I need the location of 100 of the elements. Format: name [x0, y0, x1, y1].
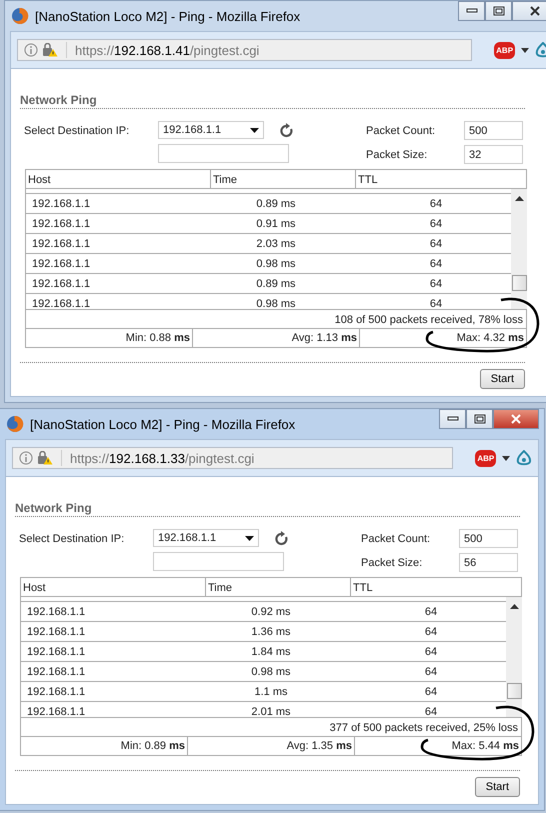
packet-size-field[interactable]: 56: [459, 553, 518, 572]
url-text: https://192.168.1.41/pingtest.cgi: [75, 42, 260, 58]
caret-icon[interactable]: [521, 48, 530, 52]
ttl-cell-text: 64: [428, 278, 444, 290]
window-title: [NanoStation Loco M2] - Ping - Mozilla Firefox: [30, 416, 296, 432]
maximize-button[interactable]: [466, 409, 493, 429]
ttl-cell-text: 64: [428, 298, 444, 310]
close-icon: [529, 6, 541, 16]
time-cell-text: 0.98 ms: [250, 666, 292, 678]
host-cell-text: 192.168.1.1: [31, 218, 92, 230]
scroll-up-icon[interactable]: [514, 196, 524, 201]
info-icon[interactable]: [24, 43, 38, 57]
destination-label: Select Destination IP:: [19, 533, 124, 545]
scroll-up-icon[interactable]: [510, 604, 518, 609]
column-header[interactable]: Host: [26, 170, 211, 188]
close-button[interactable]: [512, 1, 546, 21]
ttl-cell-text: 64: [424, 686, 438, 698]
start-button[interactable]: Start: [474, 777, 520, 797]
host-cell-text: 192.168.1.1: [26, 646, 86, 658]
packet-size-label: Packet Size:: [366, 148, 428, 160]
custom-ip-field[interactable]: [153, 552, 284, 571]
time-cell-text: 0.89 ms: [255, 198, 297, 210]
packet-count-label: Packet Count:: [361, 532, 432, 544]
stat-cell: Min: 0.88 ms: [26, 329, 193, 347]
column-header[interactable]: TTL: [351, 578, 521, 596]
restore-icon: [474, 414, 486, 424]
packet-size-label: Packet Size:: [361, 556, 424, 568]
minimize-button[interactable]: [458, 1, 485, 21]
section-heading: Network Ping: [20, 93, 525, 109]
stat-cell-text: Max: 5.44 ms: [450, 739, 520, 754]
packet-size-field[interactable]: 32: [464, 145, 523, 164]
ttl-cell-text: 64: [424, 666, 438, 678]
column-header[interactable]: Time: [211, 170, 356, 188]
ttl-cell-text: 64: [428, 258, 444, 270]
caret-icon[interactable]: [502, 456, 510, 460]
time-cell-text: 1.1 ms: [253, 686, 288, 698]
packet-count-field[interactable]: 500: [459, 529, 518, 548]
refresh-icon[interactable]: [275, 530, 289, 546]
scroll-thumb[interactable]: [506, 683, 522, 699]
destination-select[interactable]: 192.168.1.1: [153, 529, 259, 547]
host-cell-text: 192.168.1.1: [31, 238, 92, 250]
refresh-icon[interactable]: [280, 122, 294, 138]
address-bar[interactable]: https://192.168.1.33/pingtest.cgi: [12, 447, 454, 469]
ttl-cell-text: 64: [424, 626, 438, 638]
info-icon[interactable]: [19, 451, 33, 465]
caret-icon: [250, 128, 259, 132]
scrollbar[interactable]: [506, 597, 522, 717]
stat-cell-text: Max: 4.32 ms: [456, 331, 525, 346]
ttl-cell-text: 64: [424, 606, 438, 618]
close-button[interactable]: [493, 409, 539, 429]
stat-cell: Min: 0.89 ms: [21, 737, 188, 755]
scrollbar[interactable]: [511, 189, 527, 309]
column-header[interactable]: Host: [21, 578, 206, 596]
close-icon: [510, 414, 522, 424]
time-cell-text: 0.92 ms: [250, 606, 292, 618]
host-cell-text: 192.168.1.1: [26, 666, 86, 678]
time-cell-text: 1.36 ms: [250, 626, 292, 638]
window-title: [NanoStation Loco M2] - Ping - Mozilla Firefox: [35, 8, 300, 24]
time-cell-text: 0.91 ms: [255, 218, 297, 230]
ttl-cell-text: 64: [428, 218, 444, 230]
stat-cell: Avg: 1.13 ms: [193, 329, 360, 347]
summary-text: 377 of 500 packets received, 25% loss: [20, 718, 522, 737]
time-cell-text: 2.01 ms: [250, 706, 292, 718]
time-cell-text: 0.89 ms: [255, 278, 297, 290]
start-button[interactable]: Start: [480, 369, 525, 389]
lock-warning-icon[interactable]: [42, 43, 58, 57]
packet-count-label: Packet Count:: [366, 124, 436, 136]
column-header[interactable]: Time: [206, 578, 351, 596]
minimize-icon: [446, 416, 458, 422]
destination-select[interactable]: 192.168.1.1: [158, 121, 264, 139]
ttl-cell-text: 64: [428, 198, 444, 210]
pocket-icon[interactable]: [516, 450, 532, 466]
minimize-button[interactable]: [439, 409, 466, 429]
host-cell-text: 192.168.1.1: [31, 298, 92, 310]
firefox-logo-icon: [6, 415, 24, 433]
time-cell-text: 0.98 ms: [255, 258, 297, 270]
section-heading: Network Ping: [15, 501, 520, 517]
time-cell-text: 1.84 ms: [250, 646, 292, 658]
scroll-thumb[interactable]: [512, 275, 526, 291]
maximize-button[interactable]: [485, 1, 512, 21]
host-cell-text: 192.168.1.1: [26, 686, 86, 698]
time-cell-text: 2.03 ms: [255, 238, 297, 250]
destination-label: Select Destination IP:: [24, 125, 130, 137]
caret-icon: [245, 536, 254, 540]
address-bar[interactable]: https://192.168.1.41/pingtest.cgi: [17, 39, 472, 61]
lock-warning-icon[interactable]: [37, 451, 53, 465]
packet-count-field[interactable]: 500: [464, 121, 523, 140]
custom-ip-field[interactable]: [158, 144, 289, 163]
column-header[interactable]: TTL: [356, 170, 526, 188]
restore-icon: [492, 6, 504, 16]
adblock-icon[interactable]: ABP: [494, 42, 516, 58]
ttl-cell-text: 64: [424, 706, 438, 718]
time-cell-text: 0.98 ms: [255, 298, 297, 310]
minimize-icon: [466, 8, 478, 14]
summary-text: 108 of 500 packets received, 78% loss: [25, 310, 527, 329]
url-text: https://192.168.1.33/pingtest.cgi: [70, 450, 254, 466]
ttl-cell-text: 64: [424, 646, 438, 658]
adblock-icon[interactable]: ABP: [475, 450, 496, 466]
ttl-cell-text: 64: [428, 238, 444, 250]
host-cell-text: 192.168.1.1: [26, 626, 86, 638]
